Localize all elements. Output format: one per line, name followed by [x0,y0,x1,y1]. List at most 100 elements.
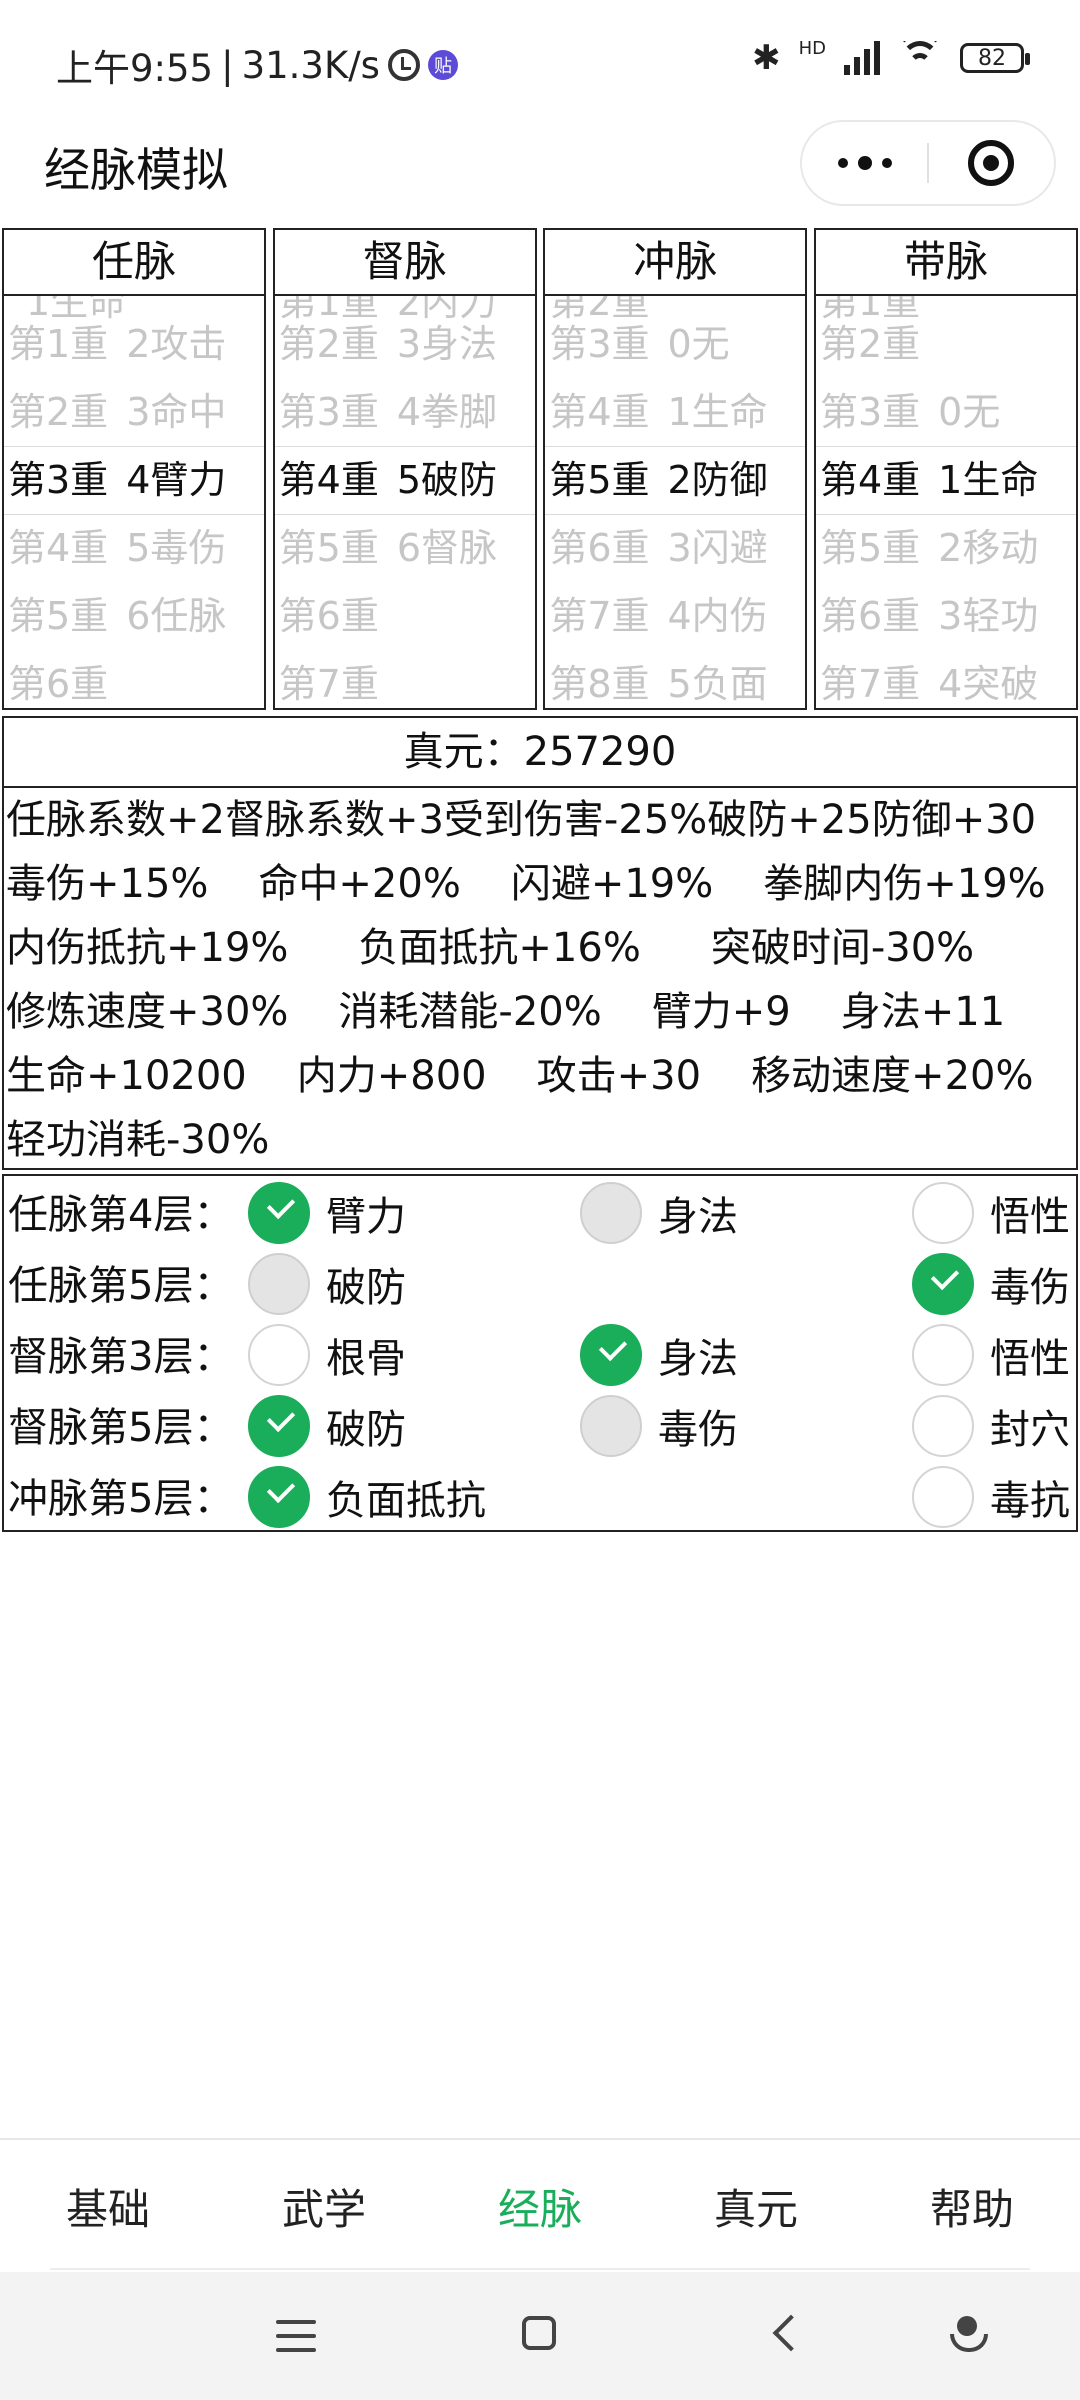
picker-indicator-line [815,514,1076,515]
layer-option[interactable]: 封穴 [912,1395,1070,1457]
layer-option[interactable]: 臂力 [248,1182,406,1244]
layer-option[interactable]: 毒抗 [912,1466,1070,1528]
close-miniprogram-button[interactable] [929,140,1054,186]
radio-circle-icon [580,1395,642,1457]
picker-column[interactable]: 督脉 第1重 2内力 第2重 3身法 第3重 4拳脚 第4重 5破防 第5重 6督脉 第6重 第7重 [272,228,537,710]
picker-row[interactable]: 第2重 3身法 [279,310,497,378]
picker-value: 4臂力 [126,458,227,502]
picker-wheel[interactable]: 第2重 第3重 0无 第4重 1生命 第5重 2防御 第6重 3闪避 第7重 4内伤 第8重 5负面 [545,296,806,708]
picker-selected-row[interactable]: 第5重 2防御 [549,446,767,514]
radio-circle-icon[interactable] [248,1324,310,1386]
layer-option[interactable]: 悟性 [912,1324,1070,1386]
tab-item[interactable]: 基础 [66,2176,150,2237]
wifi-icon [898,41,942,75]
picker-wheel[interactable]: 第1重 第2重 第3重 0无 第4重 1生命 第5重 2移动 第6重 3轻功 第7重 4突破 [815,296,1076,708]
more-menu-button[interactable] [802,156,927,170]
picker-indicator-line [815,446,1076,447]
layer-option[interactable]: 悟性 [912,1182,1070,1244]
picker-row[interactable]: 第6重 3轻功 [820,582,1038,650]
picker-selected-row[interactable]: 第4重 1生命 [820,446,1038,514]
stat-item: 生命+10200 [6,1053,247,1099]
tab-item[interactable]: 武学 [282,2176,366,2237]
picker-level: 第5重 [549,458,650,502]
picker-wheel[interactable]: 第1重 2内力 第2重 3身法 第3重 4拳脚 第4重 5破防 第5重 6督脉 第6重 第7重 [274,296,535,708]
radio-circle-icon[interactable] [912,1466,974,1528]
picker-row[interactable]: 第7重 4突破 [820,650,1038,708]
picker-level: 第6重 [819,594,921,638]
picker-level: 第7重 [819,662,921,706]
checked-circle-icon[interactable] [248,1466,310,1528]
picker-row[interactable]: 第2重 3命中 [8,378,226,446]
picker-row[interactable]: 第8重 5负面 [549,650,767,708]
picker-row[interactable]: 第3重 0无 [820,378,1000,446]
assistant-icon[interactable] [950,2316,988,2354]
picker-level: 第4重 [8,526,109,570]
checked-circle-icon[interactable] [248,1182,310,1244]
menu-icon[interactable] [276,2320,316,2362]
stat-item: 消耗潜能-20% [338,989,602,1035]
stat-item: 身法+11 [840,989,1006,1035]
layer-option[interactable]: 毒伤 [912,1253,1070,1315]
status-separator: | [221,43,234,87]
picker-selected-row[interactable]: 第4重 5破防 [279,446,497,514]
signal-icon [844,41,880,75]
checked-circle-icon[interactable] [248,1395,310,1457]
picker-selected-row[interactable]: 第3重 4臂力 [8,446,226,514]
picker-row[interactable]: 第7重 [279,650,397,708]
picker-level: 第1重 [8,322,109,366]
picker-row[interactable]: 第6重 3闪避 [549,514,767,582]
picker-row[interactable]: 第6重 [279,582,397,650]
picker-row[interactable]: 第3重 0无 [549,310,729,378]
picker-column[interactable]: 带脉 第1重 第2重 第3重 0无 第4重 1生命 第5重 2移动 第6重 3轻功 第7重 4突破 [813,228,1078,710]
radio-circle-icon[interactable] [912,1395,974,1457]
picker-column[interactable]: 任脉 1生命 第1重 2攻击 第2重 3命中 第3重 4臂力 第4重 5毒伤 第5重 6任脉 第6重 [2,228,266,710]
tab-item[interactable]: 真元 [714,2176,798,2237]
tab-item[interactable]: 经脉 [498,2176,582,2237]
picker-row[interactable]: 第2重 [820,310,938,378]
layer-option[interactable]: 身法 [580,1324,738,1386]
picker-wheel[interactable]: 1生命 第1重 2攻击 第2重 3命中 第3重 4臂力 第4重 5毒伤 第5重 6任脉 第6重 [4,296,264,708]
layer-label: 督脉第5层： [8,1405,234,1451]
checked-circle-icon[interactable] [912,1253,974,1315]
picker-level: 第7重 [549,594,650,638]
picker-value: 3命中 [126,390,227,434]
picker-value: 4拳脚 [396,390,498,434]
checked-circle-icon[interactable] [580,1324,642,1386]
picker-row[interactable]: 第3重 4拳脚 [279,378,497,446]
picker-value: 5负面 [667,662,768,706]
radio-circle-icon[interactable] [912,1182,974,1244]
title-bar: 经脉模拟 [0,120,1080,220]
layer-option: 身法 [580,1182,738,1244]
picker-row[interactable]: 第4重 5毒伤 [8,514,226,582]
picker-value: 3身法 [396,322,498,366]
picker-row[interactable]: 第5重 2移动 [820,514,1038,582]
layer-option: 破防 [248,1253,406,1315]
tab-bar: 基础 武学 经脉 真元 帮助 [0,2138,1080,2272]
stat-item: 防御+30 [871,797,1037,843]
layer-option[interactable]: 根骨 [248,1324,406,1386]
stat-item: 负面抵抗+16% [358,925,641,971]
picker-row[interactable]: 第7重 4内伤 [549,582,767,650]
radio-circle-icon[interactable] [912,1324,974,1386]
status-left: 上午9:55 | 31.3K/s 贴 [56,38,458,92]
picker-row[interactable]: 第5重 6督脉 [279,514,497,582]
picker-column[interactable]: 冲脉 第2重 第3重 0无 第4重 1生命 第5重 2防御 第6重 3闪避 第7重 4内伤 第8重 5负面 [543,228,808,710]
picker-row[interactable]: 第1重 2攻击 [8,310,226,378]
picker-row[interactable]: 第4重 1生命 [549,378,767,446]
picker-row[interactable]: 第6重 [8,650,126,708]
home-icon[interactable] [522,2316,556,2350]
stat-item: 攻击+30 [536,1053,702,1099]
dot-icon [857,156,872,170]
stats-list: 任脉系数+2 督脉系数+3 受到伤害-25% 破防+25 防御+30 毒伤+15% 命中+2… [4,788,1076,1172]
back-icon[interactable] [772,2314,810,2352]
layer-row: 冲脉第5层： 负面抵抗 毒抗 [4,1460,1076,1531]
stat-item: 轻功消耗-30% [6,1117,270,1163]
zhenyuan-title: 真元：257290 [4,718,1076,788]
stat-item: 臂力+9 [651,989,791,1035]
layer-option[interactable]: 负面抵抗 [248,1466,486,1528]
layer-option[interactable]: 破防 [248,1395,406,1457]
picker-level: 第5重 [8,594,109,638]
picker-row[interactable]: 第5重 6任脉 [8,582,226,650]
stat-item: 闪避+19% [510,861,714,907]
tab-item[interactable]: 帮助 [930,2176,1014,2237]
